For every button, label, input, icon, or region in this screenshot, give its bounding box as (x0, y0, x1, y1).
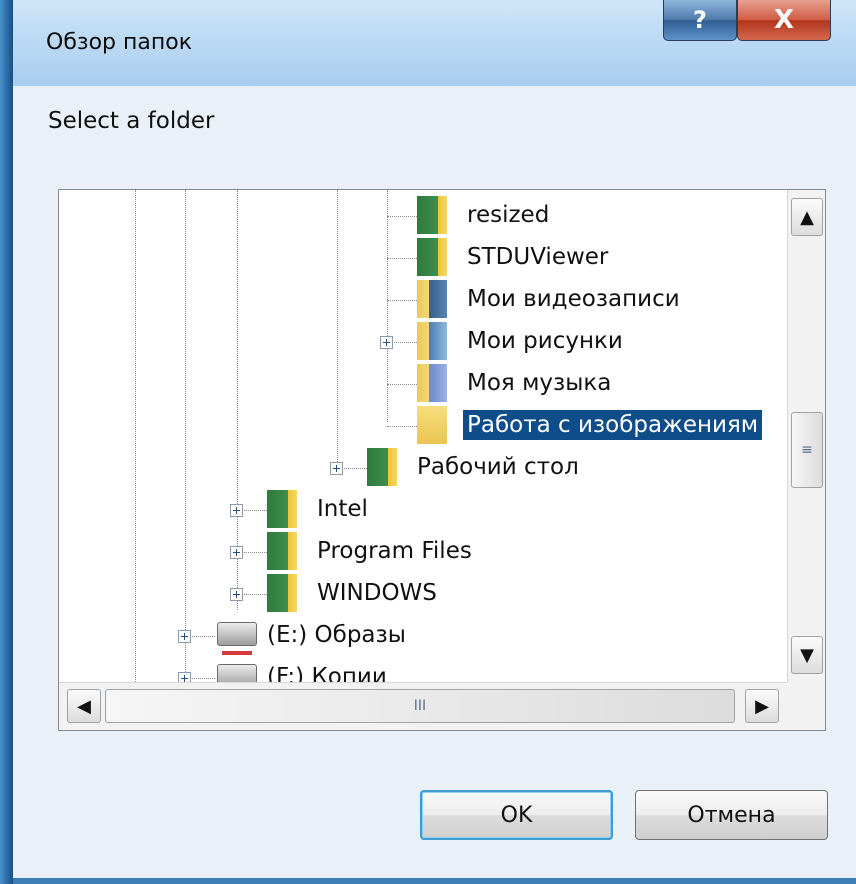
window-title: Обзор папок (46, 30, 192, 55)
pictures-folder-icon (417, 322, 447, 360)
tree-item-program-files[interactable]: Program Files (313, 532, 476, 570)
tree-branch-line (387, 258, 417, 259)
tree-item-my-pictures[interactable]: Мои рисунки (463, 322, 627, 360)
close-icon: X (773, 5, 795, 35)
tree-guide-line (135, 190, 136, 682)
arrow-left-icon: ◀ (77, 695, 91, 717)
scroll-right-button[interactable]: ▶ (745, 689, 779, 723)
tree-item-label: (E:) Образы (267, 622, 406, 648)
arrow-right-icon: ▶ (755, 695, 769, 717)
tree-item-label: resized (467, 202, 550, 228)
vertical-scroll-thumb[interactable]: ≡ (791, 412, 823, 488)
tree-item-stduviewer[interactable]: STDUViewer (463, 238, 612, 276)
tree-item-windows[interactable]: WINDOWS (313, 574, 441, 612)
tree-guide-line (337, 190, 338, 470)
expand-icon[interactable] (330, 462, 343, 475)
tree-item-desktop[interactable]: Рабочий стол (413, 448, 583, 486)
tree-item-label: WINDOWS (317, 580, 437, 606)
grip-icon: III (413, 698, 427, 714)
scroll-left-button[interactable]: ◀ (67, 689, 101, 723)
close-button[interactable]: X (737, 0, 831, 41)
tree-item-intel[interactable]: Intel (313, 490, 372, 528)
tree-item-my-music[interactable]: Моя музыка (463, 364, 615, 402)
green-folder-icon (417, 196, 447, 234)
tree-item-label: STDUViewer (467, 244, 609, 270)
green-folder-icon (417, 238, 447, 276)
cancel-button[interactable]: Отмена (635, 790, 828, 840)
tree-item-label: Мои рисунки (467, 328, 623, 354)
tree-item-label: Мои видеозаписи (467, 286, 680, 312)
expand-icon[interactable] (230, 546, 243, 559)
green-folder-icon (367, 448, 397, 486)
vertical-scrollbar[interactable]: ▲ ≡ ▼ (787, 190, 825, 682)
arrow-up-icon: ▲ (800, 206, 814, 228)
arrow-down-icon: ▼ (800, 644, 814, 666)
tree-item-label: Рабочий стол (417, 454, 579, 480)
cancel-button-label: Отмена (687, 802, 776, 828)
tree-guide-line (185, 190, 186, 682)
scrollbar-corner (787, 682, 825, 730)
expand-icon[interactable] (230, 504, 243, 517)
window-frame-left (0, 0, 13, 884)
tree-item-drive-f[interactable]: (F:) Копии (263, 658, 391, 682)
window-frame-bottom (13, 878, 856, 884)
tree-item-label: Program Files (317, 538, 472, 564)
music-folder-icon (417, 364, 447, 402)
green-folder-icon (267, 532, 297, 570)
drive-icon (217, 622, 257, 655)
scroll-up-button[interactable]: ▲ (791, 198, 823, 236)
expand-icon[interactable] (178, 630, 191, 643)
drive-icon (217, 664, 257, 682)
tree-item-label: Моя музыка (467, 370, 612, 396)
tree-item-my-videos[interactable]: Мои видеозаписи (463, 280, 684, 318)
ok-button-label: OK (500, 802, 533, 828)
tree-view: resized STDUViewer Мои видеозаписи Мои р… (59, 190, 787, 682)
help-icon: ? (693, 6, 707, 34)
tree-item-label: Работа с изображениям (463, 410, 763, 440)
tree-branch-line (387, 384, 417, 385)
tree-item-drive-e[interactable]: (E:) Образы (263, 616, 410, 654)
tree-branch-line (387, 216, 417, 217)
expand-icon[interactable] (230, 588, 243, 601)
scroll-down-button[interactable]: ▼ (791, 636, 823, 674)
green-folder-icon (267, 574, 297, 612)
tree-item-label: (F:) Копии (267, 664, 387, 682)
horizontal-scroll-thumb[interactable]: III (105, 689, 735, 723)
grip-icon: ≡ (801, 442, 813, 458)
ok-button[interactable]: OK (420, 790, 613, 840)
horizontal-scrollbar[interactable]: ◀ III ▶ (59, 682, 787, 730)
tree-branch-line (387, 426, 417, 427)
tree-item-label: Intel (317, 496, 368, 522)
folder-tree[interactable]: resized STDUViewer Мои видеозаписи Мои р… (58, 189, 826, 731)
tree-item-image-work[interactable]: Работа с изображениям (463, 406, 763, 444)
green-folder-icon (267, 490, 297, 528)
browse-folders-dialog: Обзор папок ? X Select a folder resized … (0, 0, 856, 884)
expand-icon[interactable] (380, 336, 393, 349)
select-folder-label: Select a folder (48, 108, 215, 134)
folder-icon (417, 406, 447, 444)
help-button[interactable]: ? (663, 0, 737, 41)
video-folder-icon (417, 280, 447, 318)
tree-item-resized[interactable]: resized (463, 196, 553, 234)
tree-guide-line (387, 190, 388, 422)
expand-icon[interactable] (178, 672, 191, 682)
tree-branch-line (387, 300, 417, 301)
